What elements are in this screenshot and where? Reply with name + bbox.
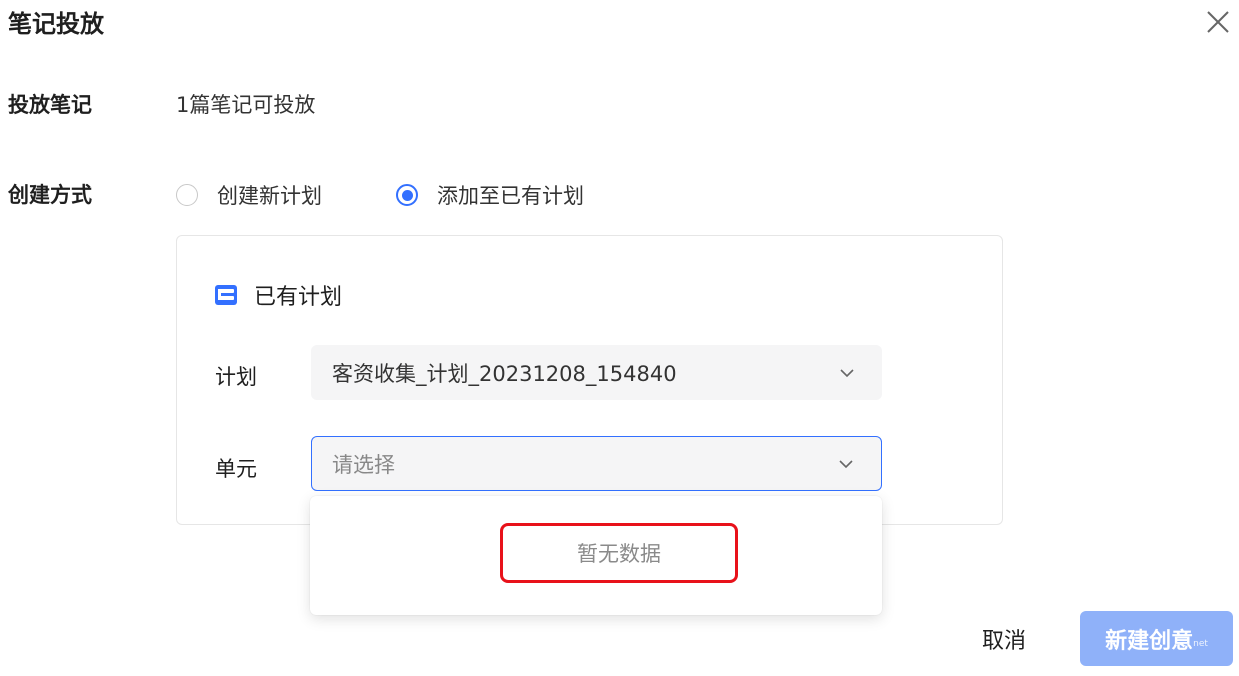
radio-label: 添加至已有计划 xyxy=(437,184,584,208)
radio-checked-icon xyxy=(396,184,418,206)
chevron-down-icon xyxy=(839,459,853,468)
panel-header: 已有计划 xyxy=(215,279,342,311)
plan-label: 计划 xyxy=(215,365,257,389)
unit-dropdown: 暂无数据 xyxy=(310,496,882,615)
watermark-text: net xyxy=(1193,638,1208,649)
unit-label: 单元 xyxy=(215,457,257,481)
unit-select-placeholder: 请选择 xyxy=(332,452,395,477)
radio-label: 创建新计划 xyxy=(217,184,322,208)
plan-icon xyxy=(215,285,237,305)
plan-select[interactable]: 客资收集_计划_20231208_154840 xyxy=(311,345,882,400)
notes-value: 1篇笔记可投放 xyxy=(176,93,316,117)
radio-add-to-existing-plan[interactable]: 添加至已有计划 xyxy=(396,180,584,210)
chevron-down-icon xyxy=(840,368,854,377)
empty-state-highlight: 暂无数据 xyxy=(500,523,738,583)
plan-select-value: 客资收集_计划_20231208_154840 xyxy=(332,361,677,386)
unit-select[interactable]: 请选择 xyxy=(311,436,882,491)
panel-title: 已有计划 xyxy=(254,285,343,310)
notes-label: 投放笔记 xyxy=(8,93,92,117)
radio-unchecked-icon xyxy=(176,184,198,206)
create-creative-button[interactable]: 新建创意 net xyxy=(1080,611,1233,666)
radio-create-new-plan[interactable]: 创建新计划 xyxy=(176,180,322,210)
existing-plan-panel: 已有计划 计划 客资收集_计划_20231208_154840 单元 请选择 xyxy=(176,235,1003,525)
close-icon[interactable] xyxy=(1205,9,1231,35)
cancel-button[interactable]: 取消 xyxy=(982,623,1026,655)
dialog-title: 笔记投放 xyxy=(8,10,104,38)
empty-state-text: 暂无数据 xyxy=(577,542,661,566)
method-label: 创建方式 xyxy=(8,183,92,207)
create-creative-label: 新建创意 xyxy=(1105,628,1194,654)
